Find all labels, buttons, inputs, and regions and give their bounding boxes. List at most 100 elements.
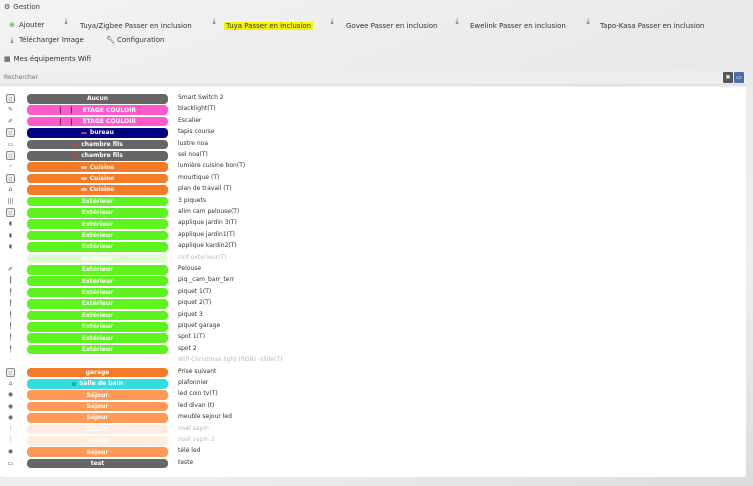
equipment-name[interactable]: meuble sejour led [178,413,232,420]
equipment-row[interactable]: ◉ Séjour led divan (t) [0,401,746,412]
equipment-name[interactable]: piquet 2(T) [178,299,211,306]
equipment-row[interactable]: ╿ Séjour noël sapin [0,424,746,435]
object-badge[interactable]: Séjour [27,413,168,423]
equipment-name[interactable]: plan de travail (T) [178,185,232,192]
object-badge[interactable]: Séjour [27,424,168,435]
equipment-row[interactable]: ╿ Extérieur spot 1(T) [0,332,746,343]
ewelink-inclusion-button[interactable]: Ewelink Passer en inclusion [470,21,566,31]
equipment-name[interactable]: applique kardin2(T) [178,242,237,249]
equipment-name[interactable]: piquet 1(T) [178,288,211,295]
equipment-name[interactable]: tapis course [178,128,215,135]
equipment-name[interactable]: 3 piquets [178,197,206,204]
object-badge[interactable]: bureau [27,128,168,138]
tapo-inclusion-button[interactable]: Tapo-Kasa Passer en inclusion [600,21,705,31]
govee-inclusion-button[interactable]: Govee Passer en inclusion [346,21,437,31]
object-badge[interactable]: | | ETAGE COULOIR [27,105,168,115]
equipment-row[interactable]: ||| Extérieur 3 piquets [0,196,746,207]
equipment-name[interactable]: plafonnier [178,379,208,386]
equipment-row[interactable]: ▢ Aucun Smart Switch 2 [0,93,746,104]
object-badge[interactable]: Extérieur [27,242,168,252]
tuya-zigbee-inclusion-label[interactable]: Tuya/Zigbee Passer en inclusion [80,21,192,31]
object-badge[interactable]: garage [27,367,168,378]
equipment-name[interactable]: piquet 3 [178,311,203,318]
equipment-row[interactable]: ▢ Cuisine mourtique (T) [0,173,746,184]
equipment-row[interactable]: ✐ Extérieur Pelouse [0,264,746,275]
equipment-row[interactable]: ⌂ Salle de bain plafonnier [0,378,746,389]
tuya-zigbee-inclusion-button[interactable]: ⤓ [62,16,73,26]
equipment-row[interactable]: ◉ Séjour meuble sejour led [0,412,746,423]
equipment-row[interactable]: ╿ Extérieur piquet 2(T) [0,298,746,309]
equipment-name[interactable]: applique jardin 3(T) [178,219,237,226]
equipment-name[interactable]: mourtique (T) [178,174,219,181]
object-badge[interactable]: Extérieur [27,219,168,229]
equipment-row[interactable]: ✐ | | ETAGE COULOIR Escalier [0,116,746,127]
object-badge[interactable]: Aucun [27,94,168,104]
equipment-row[interactable]: ▭ chambre fils lustre noa [0,139,746,150]
equipment-name[interactable]: spot 2 [178,345,197,352]
equipment-name[interactable]: led coin tv(T) [178,390,218,397]
ewelink-inclusion-icon-button[interactable]: ⤓ [453,16,464,26]
tuya-inclusion-button[interactable]: Tuya Passer en inclusion [224,21,314,31]
object-badge[interactable]: Extérieur [27,276,168,286]
equipment-row[interactable]: ◉ Séjour télé led [0,446,746,457]
equipment-row[interactable]: ▢ chambre fils sel noa(T) [0,150,746,161]
equipment-name[interactable]: blacklight(T) [178,105,216,112]
equipment-row[interactable]: ╿ Séjour noël sapin 2 [0,435,746,446]
object-badge[interactable]: Cuisine [27,162,168,172]
object-badge[interactable]: Séjour [27,401,168,412]
object-badge[interactable]: Extérieur [27,333,168,343]
equipment-name[interactable]: noël sapin [178,425,209,432]
object-badge[interactable]: Cuisine [27,185,168,195]
object-badge[interactable]: Extérieur [27,230,168,241]
equipment-name[interactable]: Pelouse [178,265,201,272]
equipment-name[interactable]: applique jardin1(T) [178,231,235,238]
equipment-name[interactable]: alim cam pelouse(T) [178,208,239,215]
object-badge[interactable]: Extérieur [27,344,168,355]
object-badge[interactable]: chambre fils [27,139,168,150]
equipment-row[interactable]: ╿ Extérieur spot 2 [0,344,746,355]
equipment-row[interactable]: ╿ Extérieur piquet 1(T) [0,287,746,298]
equipment-row[interactable]: ▢ Extérieur alim cam pelouse(T) [0,207,746,218]
equipment-name[interactable]: sel noa(T) [178,151,208,158]
equipment-row[interactable]: ╿ Extérieur piquet garage [0,321,746,332]
clear-search-button[interactable]: ✖ [723,72,733,83]
object-badge[interactable] [27,356,168,366]
equipment-row[interactable]: ◉ Séjour led coin tv(T) [0,389,746,400]
object-badge[interactable]: Salle de bain [27,379,168,389]
equipment-row[interactable]: ▢ garage Prise suivant [0,367,746,378]
tuya-inclusion-icon-button[interactable]: ⤓ [210,16,221,26]
object-badge[interactable]: Séjour [27,436,168,446]
equipment-name[interactable]: noël sapin 2 [178,436,215,443]
equipment-row[interactable]: ▭ test teste [0,458,746,469]
object-badge[interactable]: Extérieur [27,310,168,321]
object-badge[interactable]: Cuisine [27,173,168,184]
object-badge[interactable]: Extérieur [27,299,168,309]
equipment-row[interactable]: ✎ | | ETAGE COULOIR blacklight(T) [0,104,746,115]
equipment-name[interactable]: télé led [178,447,200,454]
download-image-button[interactable]: ⤓ Télécharger Image [8,35,83,45]
object-badge[interactable]: chambre fils [27,151,168,161]
tapo-inclusion-icon-button[interactable]: ⤓ [584,16,595,26]
equipment-row[interactable]: ⌂ Cuisine plan de travail (T) [0,184,746,195]
equipment-name[interactable]: piq _cam_barr_terr [178,276,234,283]
equipment-row[interactable]: · Extérieur cinf exterieur(T) [0,253,746,264]
object-badge[interactable]: Séjour [27,390,168,400]
object-badge[interactable]: Extérieur [27,196,168,207]
equipment-name[interactable]: cinf exterieur(T) [178,254,226,261]
equipment-name[interactable]: teste [178,459,193,466]
equipment-row[interactable]: ◖ Extérieur applique kardin2(T) [0,241,746,252]
object-badge[interactable]: Séjour [27,447,168,457]
equipment-row[interactable]: ▢ bureau tapis course [0,127,746,138]
add-button[interactable]: ⊕ Ajouter [8,20,44,30]
object-badge[interactable]: Extérieur [27,287,168,298]
toggle-view-button[interactable]: ▭ [734,72,744,83]
equipment-name[interactable]: lustre noa [178,140,208,147]
configuration-button[interactable]: 🔧︎ Configuration [106,35,164,45]
equipment-name[interactable]: Escalier [178,117,201,124]
equipment-row[interactable]: ┃ Extérieur piq _cam_barr_terr [0,275,746,286]
equipment-name[interactable]: Smart Switch 2 [178,94,224,101]
equipment-row[interactable]: · Wifi Christmas light (RGB) -slide(T) [0,355,746,366]
equipment-row[interactable]: ╿ Extérieur piquet 3 [0,310,746,321]
object-badge[interactable]: Extérieur [27,265,168,275]
equipment-name[interactable]: lumière cuisine bon(T) [178,162,245,169]
